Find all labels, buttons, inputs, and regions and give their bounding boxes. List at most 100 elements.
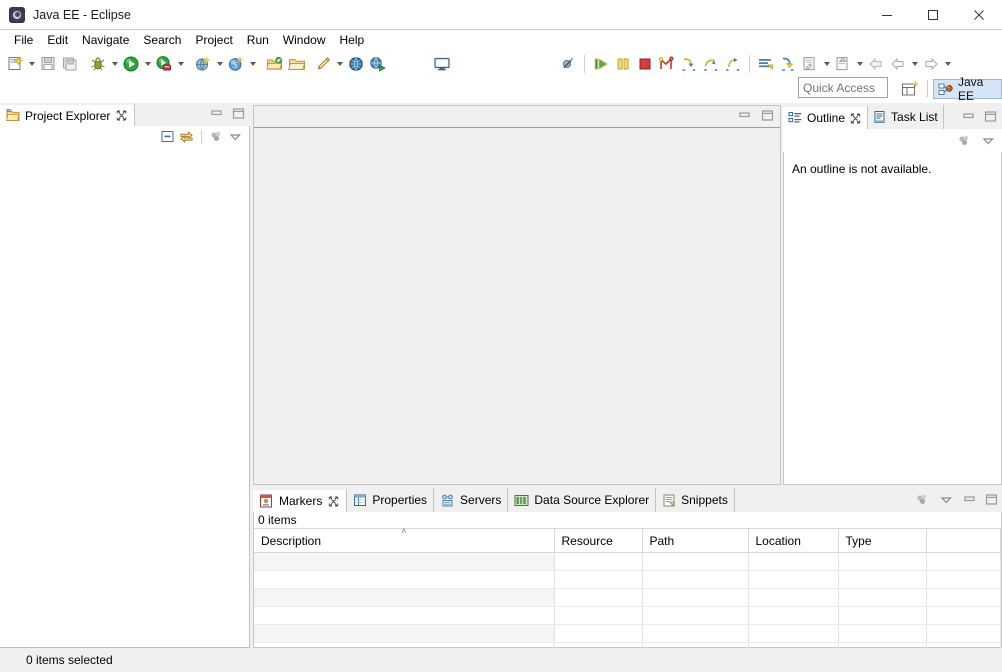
table-row[interactable] bbox=[254, 588, 1001, 607]
menu-window[interactable]: Window bbox=[276, 31, 333, 49]
forward-dropdown-icon[interactable] bbox=[942, 54, 953, 74]
maximize-view-icon[interactable] bbox=[232, 107, 245, 123]
tab-outline[interactable]: Outline bbox=[783, 105, 869, 129]
close-icon[interactable] bbox=[956, 0, 1002, 30]
column-header-path[interactable]: Path bbox=[642, 528, 749, 553]
column-header-type[interactable]: Type bbox=[838, 528, 927, 553]
close-tab-icon[interactable] bbox=[849, 112, 862, 125]
quick-access-input[interactable] bbox=[798, 77, 888, 98]
menu-file[interactable]: File bbox=[7, 31, 40, 49]
project-explorer-tree[interactable] bbox=[0, 148, 249, 646]
run-javascript-icon[interactable] bbox=[368, 54, 388, 74]
menu-edit[interactable]: Edit bbox=[40, 31, 75, 49]
pencil-icon[interactable] bbox=[313, 54, 333, 74]
last-edit-dropdown-icon[interactable] bbox=[821, 54, 832, 74]
markers-table[interactable]: ˄ Description Resource Path Location Typ… bbox=[254, 527, 1001, 661]
tab-markers[interactable]: Markers bbox=[253, 488, 348, 512]
maximize-view-icon[interactable] bbox=[761, 109, 774, 125]
search-dropdown-icon[interactable] bbox=[247, 54, 258, 74]
column-header-location[interactable]: Location bbox=[748, 528, 839, 553]
menu-run[interactable]: Run bbox=[240, 31, 276, 49]
console-monitor-icon[interactable] bbox=[432, 54, 452, 74]
view-menu-chevron-icon[interactable] bbox=[981, 133, 996, 148]
next-edit-location-icon[interactable] bbox=[833, 54, 853, 74]
tab-project-explorer[interactable]: Project Explorer bbox=[0, 103, 136, 126]
minimize-view-icon[interactable] bbox=[738, 109, 751, 125]
next-edit-dropdown-icon[interactable] bbox=[854, 54, 865, 74]
resume-icon[interactable] bbox=[591, 54, 611, 74]
open-type-icon[interactable] bbox=[265, 54, 285, 74]
minimize-view-icon[interactable] bbox=[962, 110, 975, 126]
search-s-icon[interactable]: S bbox=[226, 54, 246, 74]
save-icon[interactable] bbox=[38, 54, 58, 74]
column-header-extra[interactable] bbox=[926, 528, 1001, 553]
run-green-play-icon[interactable] bbox=[121, 54, 141, 74]
tab-snippets[interactable]: Snippets bbox=[656, 488, 735, 512]
column-header-resource[interactable]: Resource bbox=[554, 528, 643, 553]
run-dropdown-icon[interactable] bbox=[142, 54, 153, 74]
link-with-editor-icon[interactable] bbox=[179, 129, 194, 144]
minimize-view-icon[interactable] bbox=[963, 493, 976, 506]
focus-icon[interactable] bbox=[209, 129, 224, 144]
column-header-description[interactable]: ˄ Description bbox=[254, 527, 555, 553]
focus-icon[interactable] bbox=[957, 133, 972, 148]
tab-task-list[interactable]: Task List bbox=[868, 105, 944, 129]
debug-dropdown-icon[interactable] bbox=[109, 54, 120, 74]
run-on-server-icon[interactable] bbox=[193, 54, 213, 74]
new-file-dropdown-icon[interactable] bbox=[26, 54, 37, 74]
tab-properties[interactable]: Properties bbox=[347, 488, 435, 512]
terminate-icon[interactable] bbox=[635, 54, 655, 74]
tab-servers[interactable]: Servers bbox=[434, 488, 509, 512]
pencil-dropdown-icon[interactable] bbox=[334, 54, 345, 74]
cell-location bbox=[748, 624, 839, 643]
next-annotation-icon[interactable] bbox=[756, 54, 776, 74]
tab-label: Project Explorer bbox=[25, 108, 111, 123]
view-menu-chevron-icon[interactable] bbox=[939, 492, 954, 507]
step-into-icon[interactable] bbox=[679, 54, 699, 74]
external-tools-dropdown-icon[interactable] bbox=[175, 54, 186, 74]
table-row[interactable] bbox=[254, 570, 1001, 589]
table-row[interactable] bbox=[254, 552, 1001, 571]
suspend-icon[interactable] bbox=[613, 54, 633, 74]
globe-icon[interactable] bbox=[346, 54, 366, 74]
back-dropdown-icon[interactable] bbox=[909, 54, 920, 74]
new-file-icon[interactable] bbox=[5, 54, 25, 74]
skip-breakpoints-icon[interactable] bbox=[558, 54, 578, 74]
view-menu-chevron-icon[interactable] bbox=[228, 129, 243, 144]
open-perspective-icon[interactable] bbox=[901, 80, 920, 98]
save-all-icon[interactable] bbox=[60, 54, 80, 74]
table-row[interactable] bbox=[254, 624, 1001, 643]
cell-resource bbox=[554, 570, 643, 589]
minimize-view-icon[interactable] bbox=[210, 107, 223, 123]
run-on-server-dropdown-icon[interactable] bbox=[214, 54, 225, 74]
close-tab-icon[interactable] bbox=[115, 109, 128, 122]
last-edit-location-icon[interactable] bbox=[800, 54, 820, 74]
step-over-icon[interactable] bbox=[701, 54, 721, 74]
back-arrow-icon[interactable] bbox=[888, 54, 908, 74]
forward-arrow-icon[interactable] bbox=[921, 54, 941, 74]
step-return-icon[interactable] bbox=[723, 54, 743, 74]
disconnect-icon[interactable] bbox=[657, 54, 677, 74]
menu-search[interactable]: Search bbox=[136, 31, 188, 49]
focus-icon[interactable] bbox=[915, 492, 930, 507]
menu-help[interactable]: Help bbox=[333, 31, 372, 49]
previous-annotation-icon[interactable] bbox=[778, 54, 798, 74]
outline-message: An outline is not available. bbox=[792, 162, 932, 176]
maximize-view-icon[interactable] bbox=[984, 110, 997, 126]
editor-empty-canvas[interactable] bbox=[254, 128, 780, 484]
close-tab-icon[interactable] bbox=[327, 495, 340, 508]
markers-tab-row: Markers Properties Servers Data Source E… bbox=[253, 488, 1002, 512]
maximize-icon[interactable] bbox=[910, 0, 956, 30]
open-folder-icon[interactable] bbox=[287, 54, 307, 74]
menu-project[interactable]: Project bbox=[188, 31, 239, 49]
table-row[interactable] bbox=[254, 606, 1001, 625]
minimize-icon[interactable] bbox=[864, 0, 910, 30]
external-tools-icon[interactable] bbox=[154, 54, 174, 74]
maximize-view-icon[interactable] bbox=[985, 493, 998, 506]
collapse-all-icon[interactable] bbox=[160, 129, 175, 144]
debug-bug-icon[interactable] bbox=[88, 54, 108, 74]
perspective-label: Java EE bbox=[958, 75, 984, 103]
perspective-java-ee-button[interactable]: Java EE bbox=[933, 75, 1002, 103]
menu-navigate[interactable]: Navigate bbox=[75, 31, 136, 49]
tab-data-source-explorer[interactable]: Data Source Explorer bbox=[508, 488, 657, 512]
